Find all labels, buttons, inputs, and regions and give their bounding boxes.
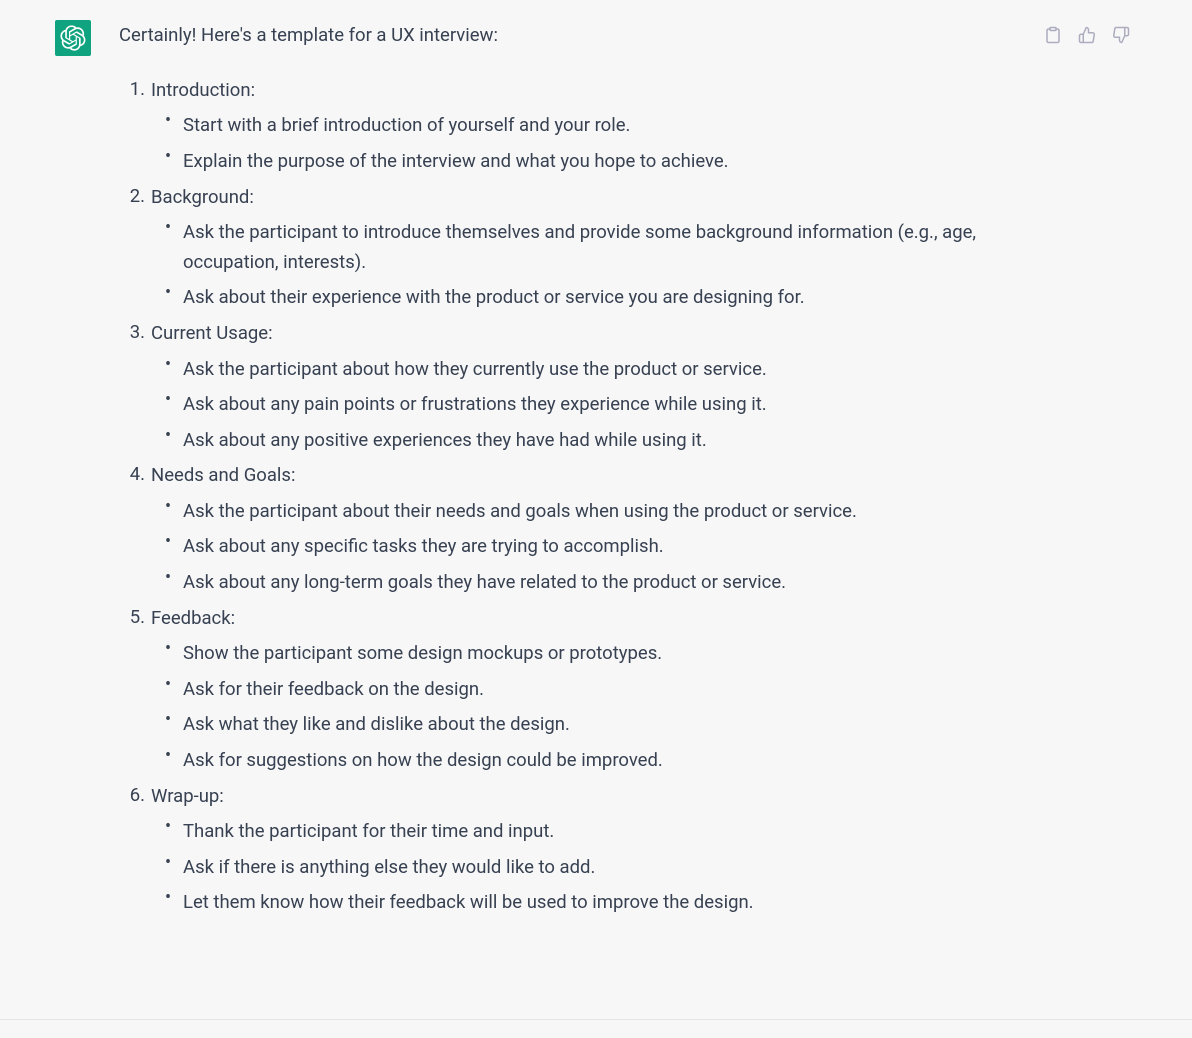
section-title: Needs and Goals: (151, 461, 1014, 491)
intro-text: Certainly! Here's a template for a UX in… (119, 22, 1014, 50)
list-item: Ask about any specific tasks they are tr… (151, 532, 1014, 562)
list-item: Start with a brief introduction of yours… (151, 111, 1014, 141)
list-item: Ask about their experience with the prod… (151, 283, 1014, 313)
section-title: Wrap-up: (151, 782, 1014, 812)
sub-list: Ask the participant about their needs an… (151, 497, 1014, 598)
list-section: Introduction: Start with a brief introduc… (119, 76, 1014, 177)
message-actions (1042, 20, 1132, 999)
sub-list: Show the participant some design mockups… (151, 639, 1014, 775)
thumbs-down-button[interactable] (1110, 24, 1132, 46)
list-item: Ask the participant about their needs an… (151, 497, 1014, 527)
list-section: Needs and Goals: Ask the participant abou… (119, 461, 1014, 597)
list-item: Thank the participant for their time and… (151, 817, 1014, 847)
section-title: Current Usage: (151, 319, 1014, 349)
openai-logo-icon (60, 25, 86, 51)
list-item: Show the participant some design mockups… (151, 639, 1014, 669)
sub-list: Thank the participant for their time and… (151, 817, 1014, 918)
copy-button[interactable] (1042, 24, 1064, 46)
thumbs-up-button[interactable] (1076, 24, 1098, 46)
template-list: Introduction: Start with a brief introduc… (119, 76, 1014, 918)
list-section: Wrap-up: Thank the participant for their … (119, 782, 1014, 918)
list-item: Ask about any positive experiences they … (151, 426, 1014, 456)
list-item: Ask about any long-term goals they have … (151, 568, 1014, 598)
thumbs-down-icon (1112, 26, 1130, 44)
list-section: Background: Ask the participant to introd… (119, 183, 1014, 313)
list-item: Ask the participant to introduce themsel… (151, 218, 1014, 277)
assistant-avatar (55, 20, 91, 56)
sub-list: Start with a brief introduction of yours… (151, 111, 1014, 176)
section-title: Background: (151, 183, 1014, 213)
assistant-message: Certainly! Here's a template for a UX in… (0, 0, 1192, 1020)
list-item: Ask for their feedback on the design. (151, 675, 1014, 705)
sub-list: Ask the participant about how they curre… (151, 355, 1014, 456)
thumbs-up-icon (1078, 26, 1096, 44)
message-content: Certainly! Here's a template for a UX in… (119, 20, 1014, 999)
list-section: Current Usage: Ask the participant about … (119, 319, 1014, 455)
list-item: Ask the participant about how they curre… (151, 355, 1014, 385)
sub-list: Ask the participant to introduce themsel… (151, 218, 1014, 313)
section-title: Introduction: (151, 76, 1014, 106)
list-item: Ask if there is anything else they would… (151, 853, 1014, 883)
list-section: Feedback: Show the participant some desig… (119, 604, 1014, 776)
list-item: Ask what they like and dislike about the… (151, 710, 1014, 740)
list-item: Ask for suggestions on how the design co… (151, 746, 1014, 776)
section-title: Feedback: (151, 604, 1014, 634)
list-item: Explain the purpose of the interview and… (151, 147, 1014, 177)
list-item: Ask about any pain points or frustration… (151, 390, 1014, 420)
clipboard-icon (1044, 26, 1062, 44)
list-item: Let them know how their feedback will be… (151, 888, 1014, 918)
